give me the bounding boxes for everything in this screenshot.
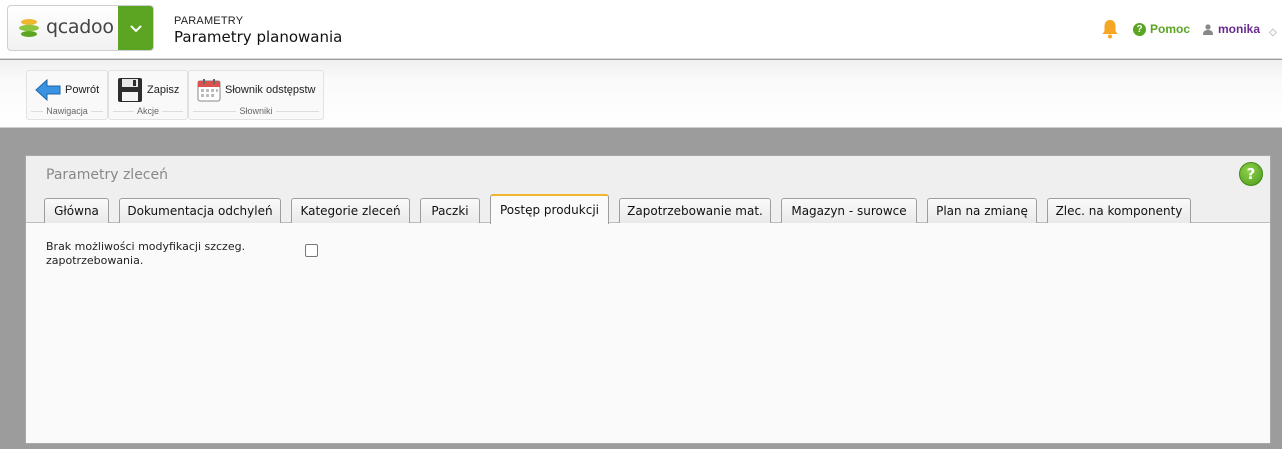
deviation-dictionary-button[interactable]: Słownik odstępstw	[193, 73, 320, 107]
user-icon	[1203, 23, 1213, 35]
back-button[interactable]: Powrót	[31, 73, 103, 107]
tab-zapotrzebowanie-mat[interactable]: Zapotrzebowanie mat.	[619, 198, 771, 223]
tab-kategorie-zlecen[interactable]: Kategorie zleceń	[291, 198, 410, 223]
tab-zlec-na-komponenty[interactable]: Zlec. na komponenty	[1047, 198, 1191, 223]
logo-icon	[19, 19, 39, 37]
help-link[interactable]: ? Pomoc	[1133, 22, 1190, 36]
tab-dokumentacja-odchylen[interactable]: Dokumentacja odchyleń	[119, 198, 281, 223]
logo-text: qcadoo	[46, 16, 114, 38]
ribbon-group-actions: Zapisz Akcje	[108, 70, 188, 120]
tab-magazyn-surowce[interactable]: Magazyn - surowce	[781, 198, 917, 223]
deviation-dictionary-label: Słownik odstępstw	[225, 84, 316, 96]
panel-header: Parametry zleceń ? Główna Dokumentacja o…	[26, 156, 1270, 224]
user-name: monika	[1218, 22, 1261, 36]
no-modification-label: Brak możliwości modyfikacji szczeg. zapo…	[46, 240, 246, 267]
no-modification-checkbox[interactable]	[305, 244, 318, 257]
tab-glowna[interactable]: Główna	[44, 198, 109, 223]
panel-help-icon[interactable]: ?	[1239, 162, 1263, 186]
tab-plan-na-zmiane[interactable]: Plan na zmianę	[927, 198, 1037, 223]
help-label: Pomoc	[1150, 22, 1191, 36]
calendar-icon	[197, 79, 221, 102]
tab-postep-produkcji[interactable]: Postęp produkcji	[490, 194, 609, 224]
save-button[interactable]: Zapisz	[113, 73, 183, 107]
order-parameters-panel: Parametry zleceń ? Główna Dokumentacja o…	[25, 155, 1271, 444]
back-button-label: Powrót	[65, 84, 100, 96]
tab-paczki[interactable]: Paczki	[420, 198, 480, 223]
bell-icon[interactable]	[1101, 19, 1119, 39]
ribbon-group-navigation: Powrót Nawigacja	[26, 70, 108, 120]
user-chevron-icon[interactable]: ◇	[1269, 27, 1277, 38]
panel-title: Parametry zleceń	[46, 167, 168, 183]
chevron-down-icon	[129, 25, 142, 33]
save-icon	[118, 78, 142, 102]
help-icon: ?	[1133, 22, 1146, 36]
logo-switcher[interactable]: qcadoo	[7, 5, 154, 51]
breadcrumb-section: PARAMETRY	[174, 15, 244, 27]
ribbon-group-label: Słowniki	[189, 106, 323, 118]
ribbon-group-dictionaries: Słownik odstępstw Słowniki	[188, 70, 324, 120]
user-menu[interactable]: monika	[1203, 22, 1260, 36]
page-title: Parametry planowania	[174, 28, 343, 46]
menu-dropdown-button[interactable]	[118, 6, 153, 50]
ribbon-group-label: Nawigacja	[27, 106, 107, 118]
save-button-label: Zapisz	[147, 84, 180, 96]
ribbon-group-label: Akcje	[109, 106, 187, 118]
ribbon-toolbar: Powrót Nawigacja Zapisz Akcje Słownik od…	[0, 60, 1282, 128]
back-arrow-icon	[35, 78, 61, 102]
top-header: qcadoo PARAMETRY Parametry planowania ? …	[0, 0, 1282, 59]
